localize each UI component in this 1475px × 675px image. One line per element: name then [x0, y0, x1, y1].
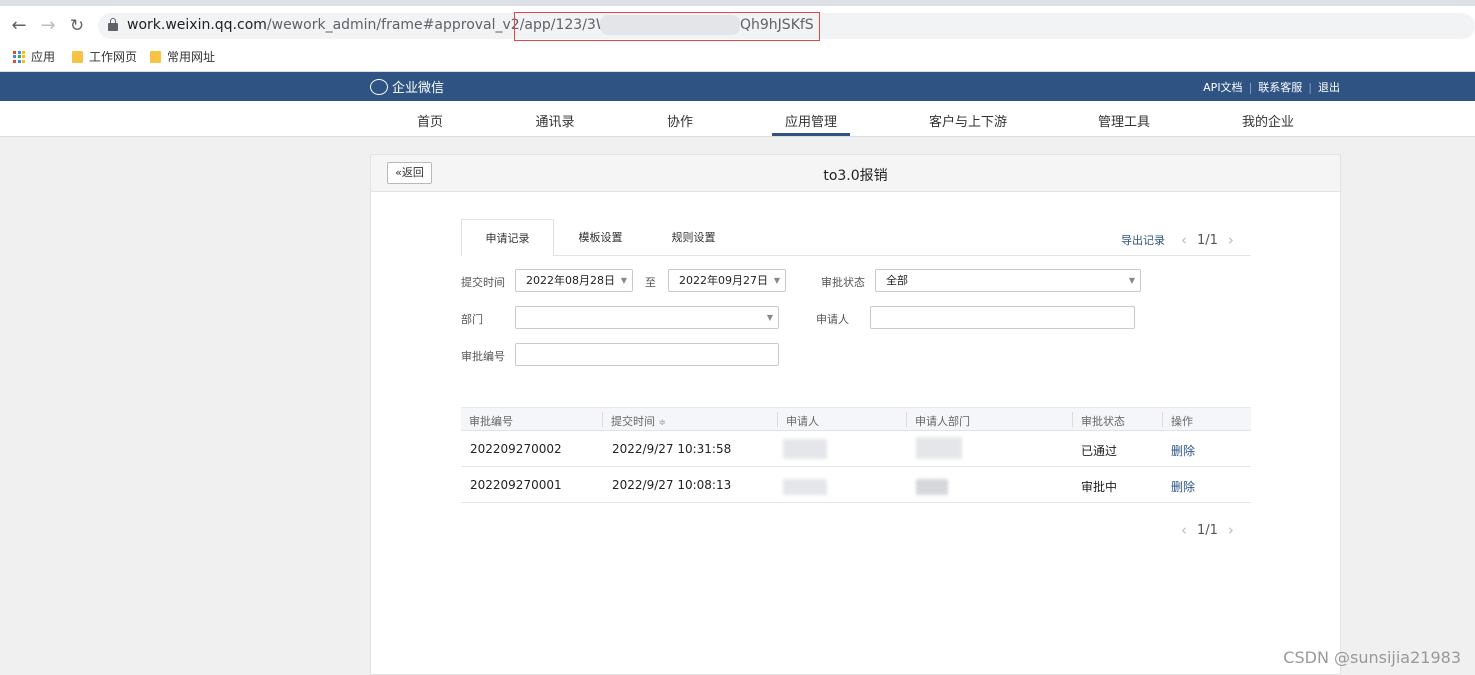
- table-row[interactable]: 202209270002 2022/9/27 10:31:58 已通过 删除: [461, 431, 1251, 467]
- tab-bar: 申请记录 模板设置 规则设置 导出记录: [461, 219, 1251, 257]
- dropdown-arrow-icon: ▼: [773, 276, 780, 285]
- bookmark-label: 工作网页: [89, 50, 138, 64]
- nav-my-enterprise[interactable]: 我的企业: [1242, 111, 1294, 130]
- column-header-label: 提交时间: [611, 415, 655, 428]
- apps-grid-icon: [13, 50, 25, 63]
- approval-number-input[interactable]: [515, 343, 779, 366]
- date-from-value: 2022年08月28日: [526, 274, 615, 287]
- nav-home[interactable]: 首页: [417, 111, 443, 130]
- logout-link[interactable]: 退出: [1318, 79, 1340, 95]
- divider: |: [1248, 80, 1253, 94]
- dropdown-arrow-icon: ▼: [620, 276, 627, 285]
- main-nav: 首页 通讯录 协作 应用管理 客户与上下游 管理工具 我的企业: [0, 101, 1475, 137]
- date-from-select[interactable]: 2022年08月28日 ▼: [515, 269, 633, 292]
- column-header: 审批状态: [1081, 415, 1125, 428]
- redacted-department: [916, 437, 962, 459]
- url-host: work.weixin.qq.com: [127, 17, 267, 33]
- tab-rule-settings[interactable]: 规则设置: [647, 219, 740, 256]
- nav-customers[interactable]: 客户与上下游: [929, 111, 1007, 130]
- chevron-right-icon[interactable]: ›: [1228, 231, 1234, 249]
- date-to-select[interactable]: 2022年09月27日 ▼: [668, 269, 786, 292]
- chevron-left-icon[interactable]: ‹: [1181, 521, 1187, 539]
- to-label: 至: [645, 276, 656, 289]
- column-header-sortable[interactable]: 提交时间 ≑: [603, 413, 666, 429]
- cell-approval-id: 202209270001: [470, 478, 562, 492]
- tab-records[interactable]: 申请记录: [461, 219, 554, 257]
- highlight-annotation-box: [514, 12, 820, 41]
- browser-toolbar: ← → ↻ work.weixin.qq.com/wework_admin/fr…: [0, 0, 1475, 72]
- api-docs-link[interactable]: API文档: [1203, 79, 1242, 95]
- nav-collaboration[interactable]: 协作: [667, 111, 693, 130]
- status-value: 全部: [886, 274, 908, 287]
- cell-submit-time: 2022/9/27 10:31:58: [612, 442, 732, 456]
- chevron-left-icon[interactable]: ‹: [1181, 231, 1187, 249]
- header-links: API文档 | 联系客服 | 退出: [1203, 79, 1340, 95]
- app-header: 企业微信 API文档 | 联系客服 | 退出: [0, 72, 1475, 101]
- department-label: 部门: [461, 313, 483, 326]
- column-header: 审批编号: [469, 415, 513, 428]
- bookmark-label: 应用: [31, 50, 56, 64]
- sort-icon[interactable]: ≑: [659, 418, 667, 428]
- date-to-value: 2022年09月27日: [679, 274, 768, 287]
- approval-card: «返回 to3.0报销 申请记录 模板设置 规则设置 导出记录 ‹ 1/1 › …: [370, 154, 1341, 675]
- redacted-applicant: [783, 479, 827, 495]
- submit-time-label: 提交时间: [461, 276, 505, 289]
- redacted-applicant: [783, 439, 827, 459]
- contact-support-link[interactable]: 联系客服: [1258, 79, 1302, 95]
- divider: |: [1308, 80, 1312, 94]
- bookmark-common-sites[interactable]: 常用网址: [150, 48, 215, 65]
- page-title: to3.0报销: [823, 168, 888, 184]
- cell-submit-time: 2022/9/27 10:08:13: [612, 478, 732, 492]
- column-header: 申请人部门: [915, 415, 970, 428]
- status-select[interactable]: 全部 ▼: [875, 269, 1141, 292]
- dropdown-arrow-icon: ▼: [1128, 276, 1135, 285]
- applicant-label: 申请人: [816, 313, 849, 326]
- dropdown-arrow-icon: ▼: [766, 313, 773, 322]
- delete-link[interactable]: 删除: [1171, 478, 1195, 495]
- bottom-pager: ‹ 1/1 ›: [1181, 521, 1234, 539]
- page-indicator: 1/1: [1197, 522, 1218, 538]
- logo[interactable]: 企业微信: [370, 77, 444, 96]
- chat-bubble-icon: [370, 78, 388, 95]
- column-header: 操作: [1171, 415, 1193, 428]
- bookmark-work-pages[interactable]: 工作网页: [72, 48, 137, 65]
- table-row[interactable]: 202209270001 2022/9/27 10:08:13 审批中 删除: [461, 467, 1251, 503]
- chevron-right-icon[interactable]: ›: [1228, 521, 1234, 539]
- active-nav-indicator: [772, 133, 850, 136]
- page-indicator: 1/1: [1197, 232, 1218, 248]
- applicant-input[interactable]: [870, 306, 1135, 329]
- approval-number-label: 审批编号: [461, 350, 505, 363]
- top-pager: ‹ 1/1 ›: [1181, 231, 1234, 249]
- export-records-link[interactable]: 导出记录: [1121, 232, 1165, 248]
- nav-contacts[interactable]: 通讯录: [535, 111, 574, 130]
- cell-status: 已通过: [1081, 444, 1118, 458]
- tab-template-settings[interactable]: 模板设置: [554, 219, 647, 256]
- tab-strip: [0, 0, 1475, 6]
- lock-icon: [108, 18, 118, 32]
- column-header: 申请人: [786, 415, 819, 428]
- folder-icon: [72, 50, 83, 63]
- forward-arrow-icon[interactable]: →: [38, 14, 58, 38]
- card-header: «返回 to3.0报销: [371, 155, 1340, 192]
- department-select[interactable]: ▼: [515, 306, 779, 329]
- folder-icon: [150, 50, 161, 63]
- bookmarks-bar: 应用 工作网页 常用网址: [0, 44, 1475, 66]
- reload-icon[interactable]: ↻: [67, 14, 87, 38]
- back-arrow-icon[interactable]: ←: [9, 14, 29, 38]
- nav-management-tools[interactable]: 管理工具: [1098, 111, 1150, 130]
- watermark: CSDN @sunsijia21983: [1283, 648, 1461, 667]
- status-label: 审批状态: [821, 276, 865, 289]
- delete-link[interactable]: 删除: [1171, 442, 1195, 459]
- logo-text: 企业微信: [392, 81, 445, 96]
- redacted-department: [916, 479, 948, 495]
- bookmark-label: 常用网址: [167, 50, 216, 64]
- cell-status: 审批中: [1081, 480, 1118, 494]
- bookmark-apps[interactable]: 应用: [13, 48, 55, 65]
- table-header: 审批编号 提交时间 ≑ 申请人 申请人部门 审批状态 操作: [461, 407, 1251, 431]
- nav-app-management[interactable]: 应用管理: [785, 111, 837, 130]
- cell-approval-id: 202209270002: [470, 442, 562, 456]
